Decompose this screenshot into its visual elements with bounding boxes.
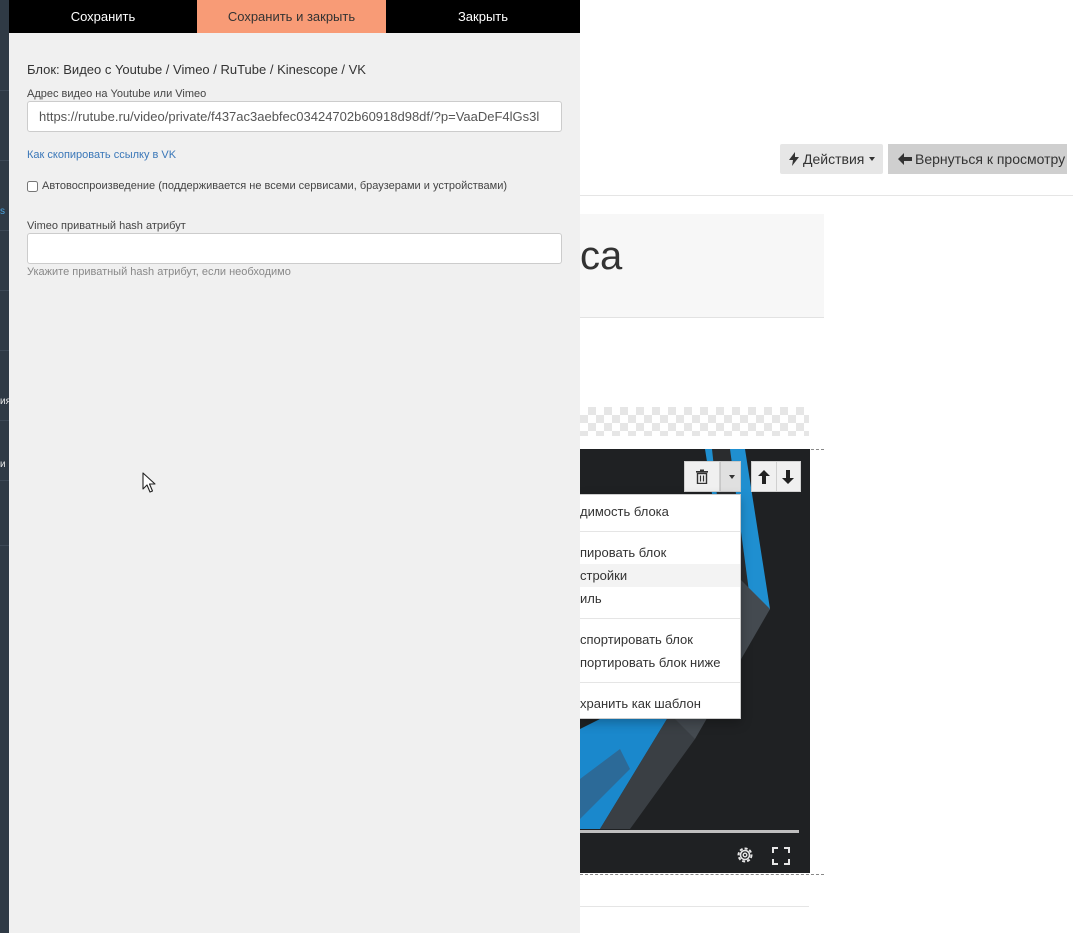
- block-outline-bottom: [580, 874, 824, 875]
- block-title: Блок: Видео с Youtube / Vimeo / RuTube /…: [27, 62, 366, 77]
- menu-item-style[interactable]: иль: [580, 587, 740, 610]
- video-progress-bar[interactable]: [580, 830, 799, 833]
- menu-separator: [580, 682, 740, 683]
- close-button[interactable]: Закрыть: [386, 0, 580, 33]
- editor-toolbar: Сохранить Сохранить и закрыть Закрыть: [9, 0, 580, 33]
- menu-item-settings[interactable]: стройки: [580, 564, 740, 587]
- page-title-fragment: са: [580, 234, 623, 278]
- menu-separator: [580, 618, 740, 619]
- page-title-card: са: [580, 214, 824, 318]
- autoplay-option[interactable]: Автовоспроизведение (поддерживается не в…: [27, 180, 507, 192]
- autoplay-label: Автовоспроизведение (поддерживается не в…: [42, 180, 508, 192]
- sidebar-separator: [0, 545, 9, 546]
- video-url-input[interactable]: [27, 101, 562, 132]
- vimeo-hash-label: Vimeo приватный hash атрибут: [27, 220, 186, 232]
- arrow-up-icon: [757, 469, 770, 484]
- move-block-group: [751, 461, 801, 492]
- menu-item-visibility[interactable]: димость блока: [580, 500, 740, 523]
- sidebar-separator: [0, 160, 9, 161]
- arrow-down-icon: [782, 469, 795, 484]
- back-label: Вернуться к просмотру: [915, 151, 1066, 167]
- sidebar-separator: [0, 420, 9, 421]
- sidebar-separator: [0, 230, 9, 231]
- background-sidebar-strip: s ия и: [0, 0, 11, 933]
- block-menu-toggle[interactable]: [720, 461, 741, 492]
- delete-block-button[interactable]: [684, 461, 720, 492]
- sidebar-separator: [0, 350, 9, 351]
- sidebar-fragment: s: [0, 206, 5, 217]
- vimeo-hash-input[interactable]: [27, 233, 562, 264]
- autoplay-checkbox[interactable]: [27, 180, 38, 192]
- caret-down-icon: [728, 474, 735, 479]
- actions-label: Действия: [803, 151, 865, 167]
- back-to-view-button[interactable]: Вернуться к просмотру: [888, 144, 1067, 174]
- actions-dropdown-button[interactable]: Действия: [780, 144, 884, 174]
- vk-help-link[interactable]: Как скопировать ссылку в VK: [27, 149, 176, 161]
- settings-gear-icon[interactable]: [735, 845, 755, 865]
- fullscreen-icon[interactable]: [772, 847, 790, 865]
- mouse-cursor-icon: [142, 472, 156, 493]
- header-divider: [580, 195, 1073, 196]
- save-and-close-button[interactable]: Сохранить и закрыть: [197, 0, 386, 33]
- menu-item-import-below[interactable]: портировать блок ниже: [580, 651, 740, 674]
- arrow-left-icon: [898, 153, 912, 165]
- menu-item-export[interactable]: спортировать блок: [580, 628, 740, 651]
- move-up-button[interactable]: [752, 462, 776, 491]
- caret-down-icon: [869, 157, 876, 161]
- bolt-icon: [789, 152, 799, 166]
- move-down-button[interactable]: [775, 462, 801, 491]
- menu-item-copy[interactable]: пировать блок: [580, 541, 740, 564]
- video-url-label: Адрес видео на Youtube или Vimeo: [27, 88, 207, 100]
- content-divider: [580, 906, 809, 907]
- sidebar-separator: [0, 90, 9, 91]
- menu-item-save-template[interactable]: хранить как шаблон: [580, 692, 740, 715]
- block-editor-panel: Сохранить Сохранить и закрыть Закрыть Бл…: [9, 0, 580, 933]
- trash-icon: [696, 469, 708, 484]
- sidebar-fragment-2: и: [0, 459, 6, 470]
- block-placeholder: [580, 407, 809, 436]
- sidebar-separator: [0, 290, 9, 291]
- save-button[interactable]: Сохранить: [9, 0, 197, 33]
- menu-separator: [580, 531, 740, 532]
- sidebar-separator: [0, 480, 9, 481]
- block-actions-menu: димость блока пировать блок стройки иль …: [580, 494, 741, 719]
- vimeo-hash-help: Укажите приватный hash атрибут, если нео…: [27, 266, 291, 278]
